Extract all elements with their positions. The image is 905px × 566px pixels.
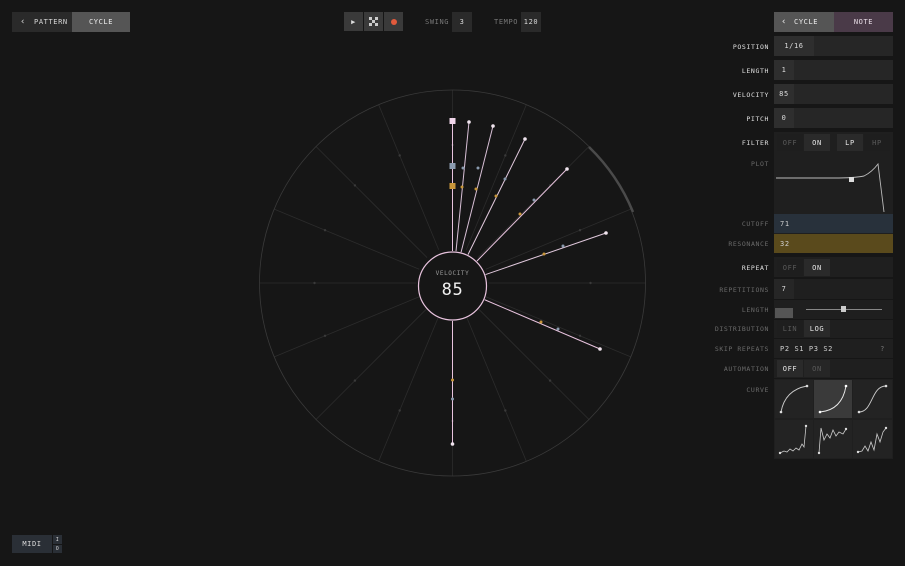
spoke-line [378,104,440,250]
note-marker [461,166,465,170]
spoke-dot [548,379,552,382]
midi-button[interactable]: MIDI [12,535,52,553]
spoke-dot [398,409,401,412]
spoke-line [465,104,527,250]
spoke-dot [578,228,582,232]
note-stem[interactable] [485,232,607,276]
radial-sequencer[interactable]: VELOCITY 85 [0,0,905,566]
spoke-dot [504,154,507,157]
note-marker [460,185,464,189]
spoke-dot [313,281,316,285]
spoke-dot [323,228,327,232]
spoke-dot [504,409,507,412]
spoke-line [465,316,527,462]
note-endpoint[interactable] [565,167,569,171]
note-marker [518,212,522,216]
spoke-dot [589,281,592,285]
midi-label: MIDI [22,540,42,548]
ring-highlight-arc [588,146,635,213]
spoke-line [274,208,420,270]
dial-label: VELOCITY [436,270,470,277]
note-endpoint[interactable] [523,137,527,141]
spoke-dot [398,154,401,157]
midi-in-indicator: I [53,535,62,544]
selected-note-handle[interactable] [449,118,456,124]
spoke-dot [353,184,357,187]
note-endpoint[interactable] [450,442,455,446]
note-endpoint[interactable] [467,120,471,124]
selected-note-handle[interactable] [449,183,456,189]
note-marker [561,244,565,248]
spoke-line [378,316,440,462]
spoke-line [315,308,428,420]
spoke-line [485,208,631,270]
spoke-line [274,296,420,358]
spoke-line [485,296,631,358]
note-marker [556,327,560,331]
spoke-dot [323,334,327,338]
note-stem[interactable] [484,299,601,350]
note-marker [451,397,454,401]
note-endpoint[interactable] [491,124,495,128]
note-marker [451,378,454,382]
spoke-dot [353,379,357,382]
note-marker [532,198,536,202]
note-stem[interactable] [476,168,568,262]
note-marker [494,194,498,198]
note-marker [503,177,507,181]
spoke-dot [578,334,582,338]
dial-value: 85 [442,280,464,300]
note-endpoint[interactable] [598,347,602,351]
note-marker [476,166,480,170]
note-endpoint[interactable] [604,231,608,235]
midi-in-label: I [55,536,60,543]
selected-note-handle[interactable] [449,163,456,169]
spoke-line [477,308,590,420]
spoke-line [477,146,590,258]
midi-out-indicator: O [53,545,62,553]
spoke-line [315,146,428,258]
midi-out-label: O [55,546,60,552]
note-marker [539,320,543,324]
note-marker [474,187,478,191]
note-marker [542,252,546,256]
